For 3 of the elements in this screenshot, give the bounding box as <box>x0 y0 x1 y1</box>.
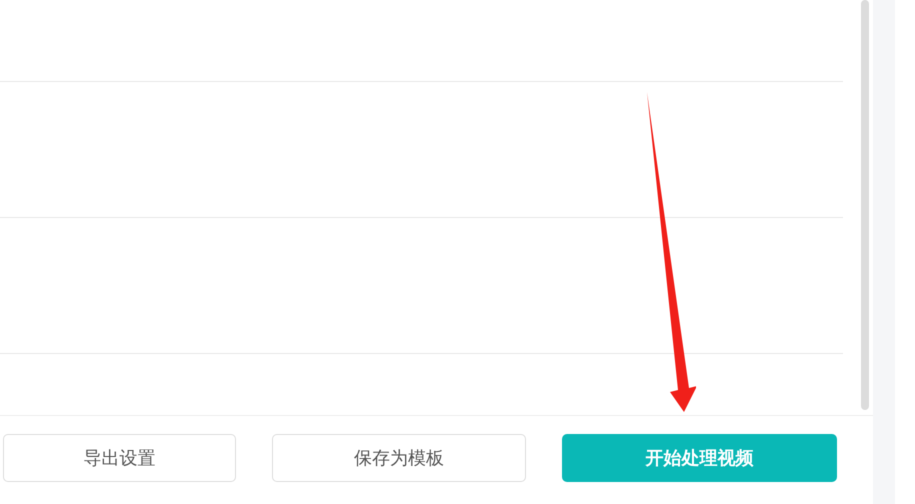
scrollbar-thumb[interactable] <box>861 0 869 410</box>
action-button[interactable]: 导出设置 <box>3 434 236 482</box>
action-button[interactable]: 保存为模板 <box>272 434 526 482</box>
